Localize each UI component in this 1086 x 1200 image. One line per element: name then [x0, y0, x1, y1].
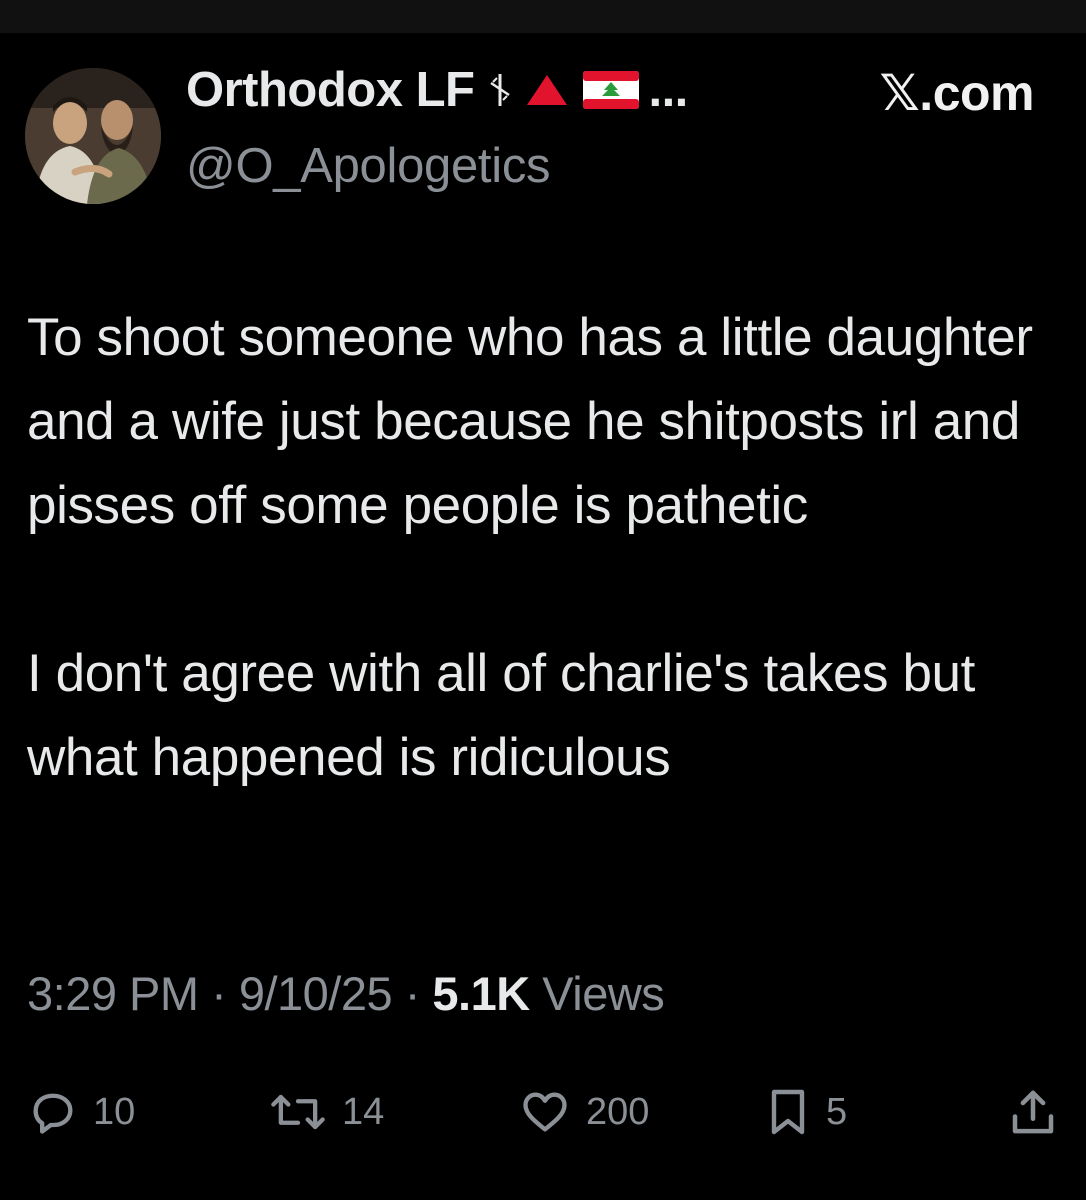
bookmark-icon: [771, 1089, 805, 1135]
lf-cross-icon: [490, 74, 511, 106]
heart-icon: [523, 1092, 567, 1132]
share-button[interactable]: [1006, 1080, 1060, 1144]
name-emoji-group: [488, 69, 640, 111]
author-handle[interactable]: @O_Apologetics: [186, 138, 551, 194]
tweet-date[interactable]: 9/10/25: [239, 967, 393, 1020]
repost-count: 14: [342, 1090, 385, 1133]
tweet-meta: 3:29 PM · 9/10/25 · 5.1K Views: [27, 966, 665, 1021]
tweet-paragraph: To shoot someone who has a little daught…: [27, 308, 1033, 535]
red-triangle-icon: [527, 75, 568, 105]
bookmark-count: 5: [826, 1090, 848, 1133]
name-overflow-ellipsis: ...: [648, 63, 688, 117]
author-display-name-row[interactable]: Orthodox LF ...: [186, 62, 688, 118]
bookmark-button[interactable]: 5: [764, 1080, 847, 1144]
x-brand-watermark: 𝕏.com: [879, 65, 1035, 121]
status-bar-band: [0, 0, 1086, 33]
tweet-time[interactable]: 3:29 PM: [27, 967, 199, 1020]
lebanon-flag-icon: [583, 71, 640, 109]
like-button[interactable]: 200: [518, 1080, 649, 1144]
action-bar: 10 14 200 5: [0, 1080, 1086, 1144]
repost-icon: [271, 1094, 325, 1130]
avatar-photo: [25, 68, 161, 204]
reply-icon: [33, 1093, 73, 1134]
avatar[interactable]: [25, 68, 161, 204]
reply-button[interactable]: 10: [27, 1080, 135, 1144]
meta-separator: ·: [404, 967, 421, 1020]
views-count[interactable]: 5.1K: [432, 967, 530, 1020]
share-icon: [1012, 1090, 1054, 1134]
author-display-name[interactable]: Orthodox LF: [186, 62, 475, 118]
views-label[interactable]: Views: [542, 967, 665, 1020]
meta-separator: ·: [211, 967, 227, 1020]
tweet-paragraph: I don't agree with all of charlie's take…: [27, 644, 975, 787]
tweet-text: To shoot someone who has a little daught…: [27, 296, 1067, 800]
repost-button[interactable]: 14: [268, 1080, 384, 1144]
like-count: 200: [586, 1090, 650, 1133]
reply-count: 10: [93, 1090, 136, 1133]
